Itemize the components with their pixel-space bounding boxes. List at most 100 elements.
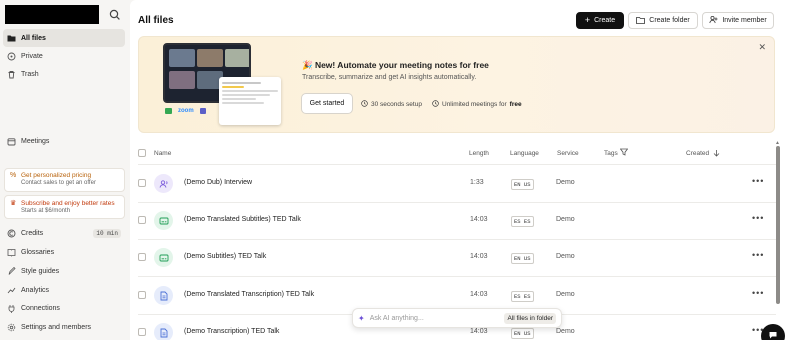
logo[interactable] xyxy=(5,5,99,24)
language-badge: ES ES xyxy=(511,291,534,302)
create-button-label: Create xyxy=(594,17,616,24)
sidebar-item-private[interactable]: Private xyxy=(3,47,125,65)
more-options-icon[interactable]: ••• xyxy=(752,176,764,186)
sort-arrow-down-icon[interactable] xyxy=(713,149,720,159)
more-options-icon[interactable]: ••• xyxy=(752,213,764,223)
subtitle-file-icon xyxy=(154,211,173,230)
sidebar-item-label: All files xyxy=(21,34,46,42)
user-plus-icon xyxy=(709,15,718,26)
create-button[interactable]: + Create xyxy=(576,12,624,29)
file-length: 1:33 xyxy=(470,179,484,186)
sidebar-item-label: Analytics xyxy=(21,286,50,294)
row-checkbox[interactable] xyxy=(138,179,146,187)
setup-time-text: 30 seconds setup xyxy=(371,101,422,108)
promo-subtitle: Starts at $6/month xyxy=(21,208,71,214)
sidebar-item-glossaries[interactable]: Glossaries xyxy=(3,243,125,261)
search-icon[interactable] xyxy=(108,8,122,22)
row-checkbox[interactable] xyxy=(138,291,146,299)
sidebar-item-trash[interactable]: Trash xyxy=(3,65,125,83)
percent-icon: % xyxy=(10,172,17,179)
file-length: 14:03 xyxy=(470,328,488,335)
file-name[interactable]: (Demo Dub) Interview xyxy=(184,179,252,186)
meeting-notes-banner: ✕ zoom 🎉 New! Automate your meeting note… xyxy=(138,36,775,133)
ask-ai-bar[interactable]: ✦ Ask AI anything... All files in folder xyxy=(352,308,562,328)
clock-icon xyxy=(432,100,439,109)
row-checkbox[interactable] xyxy=(138,253,146,261)
sparkle-icon: ✦ xyxy=(358,313,365,323)
promo-personalized-pricing[interactable]: % Get personalized pricing Contact sales … xyxy=(4,168,125,192)
gear-icon xyxy=(7,323,16,332)
unlimited-free-text: free xyxy=(509,101,522,108)
row-checkbox[interactable] xyxy=(138,328,146,336)
column-header-language[interactable]: Language xyxy=(510,150,539,157)
sidebar-item-style-guides[interactable]: Style guides xyxy=(3,262,125,280)
banner-subtitle: Transcribe, summarize and get AI insight… xyxy=(302,74,477,81)
chart-icon xyxy=(7,286,16,295)
ai-scope-selector[interactable]: All files in folder xyxy=(504,312,556,324)
integration-logos: zoom xyxy=(165,108,206,114)
app-window: All files Private Trash Meetings % Get pe… xyxy=(0,0,788,340)
column-header-created[interactable]: Created xyxy=(686,150,709,157)
sidebar-item-label: Connections xyxy=(21,304,60,312)
close-icon[interactable]: ✕ xyxy=(758,42,766,53)
more-options-icon[interactable]: ••• xyxy=(752,288,764,298)
select-all-checkbox[interactable] xyxy=(138,149,146,157)
notes-preview-card xyxy=(219,77,281,125)
invite-member-button[interactable]: Invite member xyxy=(702,12,774,29)
sidebar-item-analytics[interactable]: Analytics xyxy=(3,281,125,299)
table-row[interactable]: (Demo Dub) Interview 1:33 EN US Demo ••• xyxy=(138,165,776,202)
page-title: All files xyxy=(138,15,174,26)
sidebar-item-all-files[interactable]: All files xyxy=(3,29,125,47)
service-label: Demo xyxy=(556,328,575,335)
more-options-icon[interactable]: ••• xyxy=(752,250,764,260)
unlimited-text: Unlimited meetings for xyxy=(442,101,507,108)
file-name[interactable]: (Demo Subtitles) TED Talk xyxy=(184,253,266,260)
credits-icon xyxy=(7,229,16,238)
transcript-file-icon xyxy=(154,286,173,305)
transcript-file-icon xyxy=(154,323,173,340)
file-name[interactable]: (Demo Translated Subtitles) TED Talk xyxy=(184,216,301,223)
promo-title: Subscribe and enjoy better rates xyxy=(21,199,115,207)
sidebar-item-credits[interactable]: Credits 10 min xyxy=(3,224,125,242)
google-meet-icon xyxy=(165,108,172,114)
scrollbar[interactable] xyxy=(776,146,780,304)
create-folder-button[interactable]: Create folder xyxy=(628,12,698,29)
sidebar-item-label: Style guides xyxy=(21,267,60,275)
file-length: 14:03 xyxy=(470,253,488,260)
trash-icon xyxy=(7,70,16,79)
plug-icon xyxy=(7,304,16,313)
table-row[interactable]: (Demo Subtitles) TED Talk 14:03 EN US De… xyxy=(138,239,776,276)
get-started-button[interactable]: Get started xyxy=(301,93,353,114)
language-badge: EN US xyxy=(511,179,534,190)
service-label: Demo xyxy=(556,291,575,298)
folder-plus-icon xyxy=(636,16,646,26)
zoom-logo: zoom xyxy=(178,108,194,114)
teams-icon xyxy=(199,108,206,114)
file-name[interactable]: (Demo Translated Transcription) TED Talk xyxy=(184,291,314,298)
promo-title: Get personalized pricing xyxy=(21,172,92,179)
sidebar-item-label: Glossaries xyxy=(21,248,55,256)
row-checkbox[interactable] xyxy=(138,216,146,224)
column-header-length[interactable]: Length xyxy=(469,150,489,157)
banner-title: 🎉 New! Automate your meeting notes for f… xyxy=(302,60,489,70)
sidebar-item-meetings[interactable]: Meetings xyxy=(3,132,125,150)
sidebar-item-label: Meetings xyxy=(21,137,50,145)
sidebar-item-connections[interactable]: Connections xyxy=(3,299,125,317)
filter-icon[interactable] xyxy=(619,148,629,158)
main-content: All files + Create Create folder Invite … xyxy=(130,0,788,340)
service-label: Demo xyxy=(556,216,575,223)
column-header-tags[interactable]: Tags xyxy=(604,150,618,157)
file-name[interactable]: (Demo Transcription) TED Talk xyxy=(184,328,279,335)
folder-icon xyxy=(7,34,16,43)
language-badge: EN US xyxy=(511,253,534,264)
ask-ai-input[interactable]: Ask AI anything... xyxy=(370,315,500,322)
sidebar-item-settings[interactable]: Settings and members xyxy=(3,318,125,336)
column-header-service[interactable]: Service xyxy=(557,150,579,157)
chat-support-button[interactable] xyxy=(761,324,785,340)
table-row[interactable]: (Demo Translated Subtitles) TED Talk 14:… xyxy=(138,202,776,239)
column-header-name[interactable]: Name xyxy=(154,150,171,157)
style-icon xyxy=(7,266,16,276)
promo-subscribe[interactable]: ♛ Subscribe and enjoy better rates Starts… xyxy=(4,195,125,219)
table-header: Name Length Language Service Tags Create… xyxy=(138,146,776,162)
file-length: 14:03 xyxy=(470,291,488,298)
